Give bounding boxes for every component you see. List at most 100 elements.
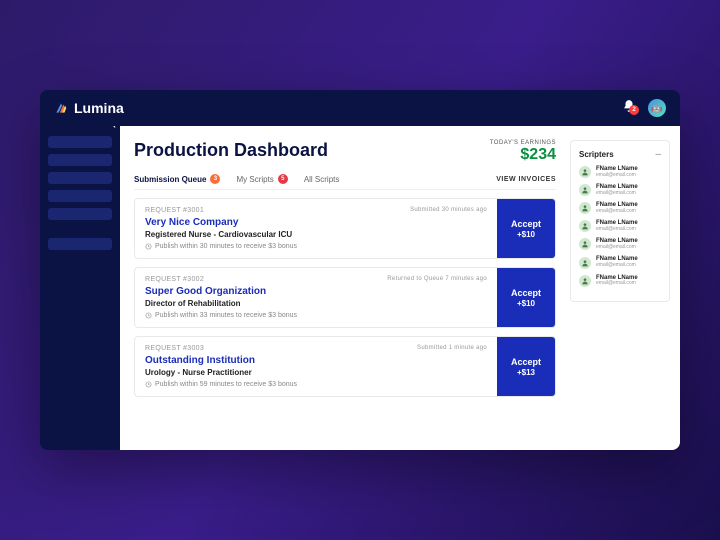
- sidebar-item[interactable]: [48, 172, 112, 184]
- accept-button[interactable]: Accept +$13: [497, 337, 555, 396]
- tab-submission-queue[interactable]: Submission Queue 3: [134, 174, 220, 184]
- sidebar: ‹: [40, 126, 120, 450]
- scripter-info: FName LNameemail@email.com: [596, 256, 638, 268]
- request-id: REQUEST #3003: [145, 345, 204, 352]
- request-cards: REQUEST #3001 Submitted 30 minutes ago Ve…: [134, 198, 556, 397]
- sidebar-item[interactable]: [48, 208, 112, 220]
- scripter-email: email@email.com: [596, 227, 638, 233]
- sidebar-item[interactable]: [48, 154, 112, 166]
- request-meta-text: Publish within 59 minutes to receive $3 …: [155, 381, 297, 388]
- request-title[interactable]: Outstanding Institution: [145, 355, 487, 366]
- accept-label: Accept: [511, 288, 541, 298]
- card-request-row: REQUEST #3003 Submitted 1 minute ago: [145, 345, 487, 352]
- notifications-button[interactable]: 2: [622, 99, 636, 118]
- tab-label: Submission Queue: [134, 175, 206, 184]
- request-meta: Publish within 59 minutes to receive $3 …: [145, 381, 487, 388]
- scripter-avatar: [579, 202, 591, 214]
- scripter-info: FName LNameemail@email.com: [596, 275, 638, 287]
- request-card: REQUEST #3002Returned to Queue 7 minutes…: [134, 267, 556, 328]
- tab-my-scripts[interactable]: My Scripts 5: [236, 174, 287, 184]
- request-meta-text: Publish within 33 minutes to receive $3 …: [155, 312, 297, 319]
- request-subtitle: Urology - Nurse Practitioner: [145, 368, 487, 377]
- request-card: REQUEST #3001 Submitted 30 minutes ago Ve…: [134, 198, 556, 259]
- scripter-email: email@email.com: [596, 209, 638, 215]
- scripter-item[interactable]: FName LNameemail@email.com: [579, 202, 661, 214]
- card-body: REQUEST #3001 Submitted 30 minutes ago Ve…: [135, 199, 497, 258]
- scripter-item[interactable]: FName LNameemail@email.com: [579, 256, 661, 268]
- scripter-email: email@email.com: [596, 281, 638, 287]
- scripter-info: FName LNameemail@email.com: [596, 202, 638, 214]
- card-request-row: REQUEST #3002Returned to Queue 7 minutes…: [145, 276, 487, 283]
- accept-bonus: +$13: [517, 368, 535, 377]
- notification-count-badge: 2: [629, 105, 639, 115]
- scripters-panel: Scripters – FName LNameemail@email.comFN…: [570, 140, 670, 302]
- scripter-avatar: [579, 238, 591, 250]
- brand-name: Lumina: [74, 100, 124, 116]
- scripter-email: email@email.com: [596, 263, 638, 269]
- scripters-collapse-button[interactable]: –: [655, 149, 661, 160]
- body: ‹ Production Dashboard TODAY'S EARNINGS …: [40, 126, 680, 450]
- scripter-avatar: [579, 257, 591, 269]
- scripter-avatar: [579, 184, 591, 196]
- brand-logo-icon: [54, 101, 68, 115]
- scripter-info: FName LNameemail@email.com: [596, 220, 638, 232]
- accept-button[interactable]: Accept +$10: [497, 199, 555, 258]
- scripter-email: email@email.com: [596, 173, 638, 179]
- accept-bonus: +$10: [517, 230, 535, 239]
- request-title[interactable]: Very Nice Company: [145, 217, 487, 228]
- scripter-email: email@email.com: [596, 245, 638, 251]
- sidebar-item[interactable]: [48, 136, 112, 148]
- card-body: REQUEST #3002Returned to Queue 7 minutes…: [135, 268, 497, 327]
- app-window: Lumina 2 🤖 ‹ Production Dashboard: [40, 90, 680, 450]
- header-row: Production Dashboard TODAY'S EARNINGS $2…: [134, 140, 556, 164]
- scripters-title: Scripters: [579, 150, 614, 159]
- view-invoices-link[interactable]: VIEW INVOICES: [496, 176, 556, 183]
- topbar: Lumina 2 🤖: [40, 90, 680, 126]
- request-card: REQUEST #3003 Submitted 1 minute ago Outs…: [134, 336, 556, 397]
- tabs-row: Submission Queue 3 My Scripts 5 All Scri…: [134, 174, 556, 190]
- scripter-info: FName LNameemail@email.com: [596, 166, 638, 178]
- tab-label: My Scripts: [236, 175, 273, 184]
- topbar-right: 2 🤖: [622, 99, 666, 118]
- scripter-avatar: [579, 220, 591, 232]
- accept-button[interactable]: Accept +$10: [497, 268, 555, 327]
- scripter-email: email@email.com: [596, 191, 638, 197]
- clock-icon: [145, 381, 152, 388]
- card-body: REQUEST #3003 Submitted 1 minute ago Outs…: [135, 337, 497, 396]
- sidebar-item[interactable]: [48, 190, 112, 202]
- accept-label: Accept: [511, 357, 541, 367]
- accept-label: Accept: [511, 219, 541, 229]
- scripter-item[interactable]: FName LNameemail@email.com: [579, 166, 661, 178]
- scripter-avatar: [579, 166, 591, 178]
- scripter-item[interactable]: FName LNameemail@email.com: [579, 238, 661, 250]
- user-avatar[interactable]: 🤖: [648, 99, 666, 117]
- request-meta: Publish within 33 minutes to receive $3 …: [145, 312, 487, 319]
- request-meta-text: Publish within 30 minutes to receive $3 …: [155, 243, 297, 250]
- accept-bonus: +$10: [517, 299, 535, 308]
- request-id: REQUEST #3002: [145, 276, 204, 283]
- brand[interactable]: Lumina: [54, 100, 124, 116]
- scripter-info: FName LNameemail@email.com: [596, 238, 638, 250]
- scripter-avatar: [579, 275, 591, 287]
- main: Production Dashboard TODAY'S EARNINGS $2…: [120, 126, 680, 450]
- clock-icon: [145, 243, 152, 250]
- request-id: REQUEST #3001: [145, 207, 204, 214]
- right-panel: Scripters – FName LNameemail@email.comFN…: [570, 126, 680, 450]
- request-subtitle: Registered Nurse - Cardiovascular ICU: [145, 230, 487, 239]
- scripters-list: FName LNameemail@email.com FName LNameema…: [579, 166, 661, 287]
- earnings-value: $234: [490, 146, 556, 164]
- card-request-row: REQUEST #3001 Submitted 30 minutes ago: [145, 207, 487, 214]
- clock-icon: [145, 312, 152, 319]
- tab-all-scripts[interactable]: All Scripts: [304, 175, 340, 184]
- scripter-item[interactable]: FName LNameemail@email.com: [579, 220, 661, 232]
- request-title[interactable]: Super Good Organization: [145, 286, 487, 297]
- request-status: Submitted 30 minutes ago: [410, 207, 487, 214]
- request-meta: Publish within 30 minutes to receive $3 …: [145, 243, 487, 250]
- scripter-item[interactable]: FName LNameemail@email.com: [579, 184, 661, 196]
- page-title: Production Dashboard: [134, 140, 328, 161]
- scripter-item[interactable]: FName LNameemail@email.com: [579, 275, 661, 287]
- sidebar-collapse-button[interactable]: ‹: [113, 126, 116, 131]
- sidebar-item[interactable]: [48, 238, 112, 250]
- request-status: Submitted 1 minute ago: [417, 345, 487, 352]
- tab-badge: 3: [210, 174, 220, 184]
